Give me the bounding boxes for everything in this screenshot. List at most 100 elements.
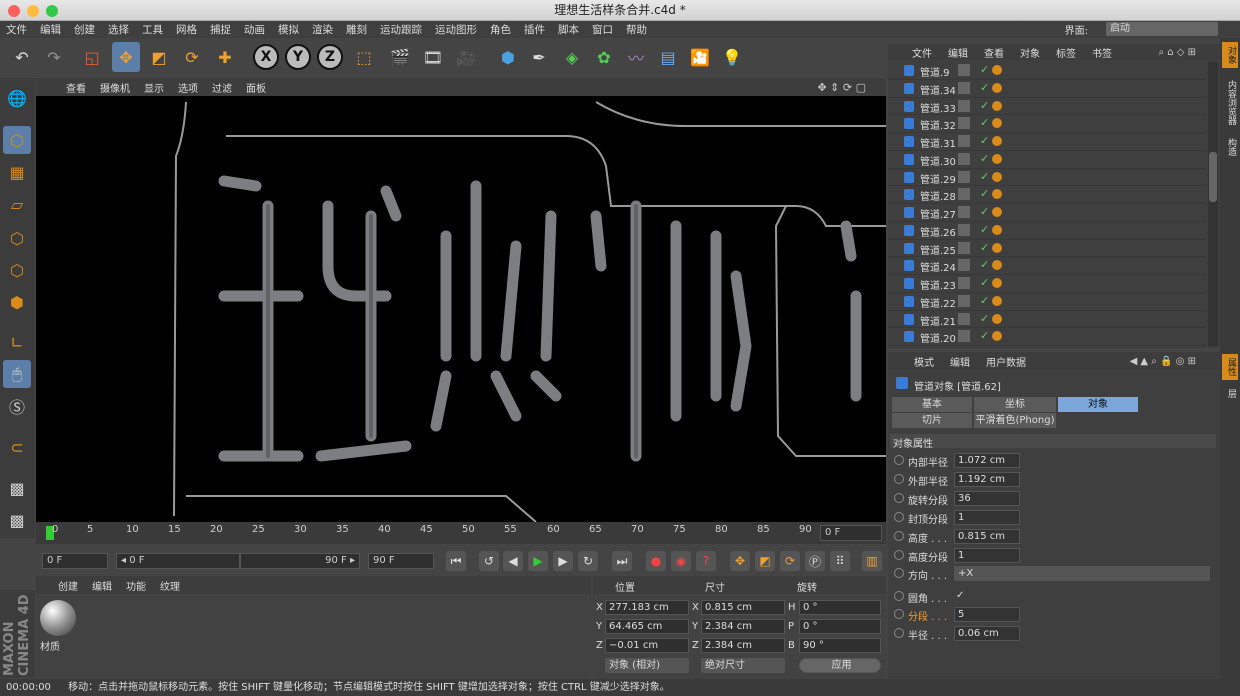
enabled-checkmark-icon[interactable]: ✓ [980, 294, 989, 307]
object-name[interactable]: 管道.30 [920, 153, 956, 168]
play-icon[interactable]: ▶ [528, 551, 548, 571]
prop-anim-radio[interactable] [894, 568, 904, 578]
prop-value[interactable]: 0.815 cm [954, 529, 1020, 544]
keyframe-selection-icon[interactable]: ? [696, 551, 716, 571]
menu-animate[interactable]: 动画 [244, 22, 265, 37]
object-name[interactable]: 管道.27 [920, 206, 956, 221]
menu-snap[interactable]: 捕捉 [210, 22, 231, 37]
key-rotation-icon[interactable]: ⟳ [780, 551, 800, 571]
menu-help[interactable]: 帮助 [626, 22, 647, 37]
object-row[interactable]: 管道.9 ✓ [888, 62, 1206, 80]
3d-viewport[interactable] [36, 96, 886, 522]
rot-p-field[interactable]: 0 ° [799, 619, 881, 634]
object-name[interactable]: 管道.34 [920, 82, 956, 97]
attr-menu-edit[interactable]: 编辑 [950, 354, 970, 369]
menu-motion-tracker[interactable]: 运动跟踪 [380, 22, 422, 37]
go-to-start-icon[interactable]: ⏮ [446, 551, 466, 571]
tag-icon[interactable] [992, 278, 1002, 288]
spline-pen-icon[interactable]: ✒ [525, 42, 553, 72]
make-editable-icon[interactable]: 🌐 [3, 84, 31, 112]
tab-phong[interactable]: 平滑着色(Phong) [974, 413, 1056, 428]
deformer-icon[interactable]: 〰 [622, 42, 650, 72]
objects-menu-view[interactable]: 查看 [984, 45, 1004, 60]
rot-h-field[interactable]: 0 ° [799, 600, 881, 615]
key-point-level-icon[interactable]: ⠿ [830, 551, 850, 571]
side-tab-content-browser[interactable]: 内容浏览器 [1222, 74, 1238, 130]
object-name[interactable]: 管道.28 [920, 188, 956, 203]
enabled-checkmark-icon[interactable]: ✓ [980, 187, 989, 200]
size-y-field[interactable]: 2.384 cm [701, 619, 785, 634]
tab-basic[interactable]: 基本 [892, 397, 972, 412]
pos-z-field[interactable]: −0.01 cm [605, 638, 689, 653]
material-name[interactable]: 材质 [40, 638, 60, 653]
layout-select[interactable]: 启动 [1106, 22, 1218, 36]
tag-icon[interactable] [992, 118, 1002, 129]
current-frame-field[interactable]: 0 F [820, 525, 882, 541]
menu-select[interactable]: 选择 [108, 22, 129, 37]
tweak-mode-icon[interactable]: 🖱 [3, 360, 31, 388]
visibility-toggle[interactable] [958, 152, 970, 165]
start-frame-field[interactable]: 0 F [42, 553, 108, 569]
axis-mode-icon[interactable]: ∟ [3, 328, 31, 356]
tab-object[interactable]: 对象 [1058, 397, 1138, 412]
object-name[interactable]: 管道.32 [920, 117, 956, 132]
rot-b-field[interactable]: 90 ° [799, 638, 881, 653]
object-name[interactable]: 管道.20 [920, 330, 956, 345]
search-icon[interactable]: ⌕ ⌂ ◇ ⊞ [1158, 47, 1196, 58]
end-frame-field[interactable]: 90 F [368, 553, 434, 569]
apply-button[interactable]: 应用 [799, 658, 881, 673]
undo-icon[interactable]: ↶ [8, 42, 36, 72]
side-tab-layers[interactable]: 层 [1222, 384, 1238, 402]
go-to-end-icon[interactable]: ⏭ [612, 551, 632, 571]
key-position-icon[interactable]: ✥ [730, 551, 750, 571]
snap-magnet-icon[interactable]: ⊂ [3, 433, 31, 461]
enabled-checkmark-icon[interactable]: ✓ [980, 329, 989, 342]
redo-icon[interactable]: ↷ [40, 42, 68, 72]
object-row[interactable]: 管道.30 ✓ [888, 151, 1206, 169]
timeline-window-icon[interactable]: ▥ [862, 551, 882, 571]
attr-nav-icons[interactable]: ◀ ▲ ⌕ 🔒 ◎ ⊞ [1130, 356, 1196, 367]
object-row[interactable]: 管道.27 ✓ [888, 204, 1206, 222]
prop-orientation[interactable]: 方向 . . . +X [892, 565, 1212, 582]
material-menu-edit[interactable]: 编辑 [92, 578, 112, 593]
objects-menu-tags[interactable]: 标签 [1056, 45, 1076, 60]
object-row[interactable]: 管道.23 ✓ [888, 275, 1206, 293]
menu-create[interactable]: 创建 [74, 22, 95, 37]
prop-value[interactable]: 1.192 cm [954, 472, 1020, 487]
tag-icon[interactable] [992, 100, 1002, 111]
tag-icon[interactable] [992, 189, 1002, 200]
size-z-field[interactable]: 2.384 cm [701, 638, 785, 653]
side-tab-attributes[interactable]: 属性 [1222, 354, 1238, 380]
mograph-cloner-icon[interactable]: ✿ [590, 42, 618, 72]
tag-icon[interactable] [992, 136, 1002, 146]
tag-icon[interactable] [992, 65, 1002, 75]
tag-icon[interactable] [992, 242, 1002, 253]
enabled-checkmark-icon[interactable]: ✓ [980, 152, 989, 165]
prop-anim-radio[interactable] [894, 531, 904, 541]
menu-sculpt[interactable]: 雕刻 [346, 22, 367, 37]
tag-icon[interactable] [992, 207, 1002, 217]
size-x-field[interactable]: 0.815 cm [701, 600, 785, 615]
visibility-toggle[interactable] [958, 135, 970, 147]
viewport-menu-options[interactable]: 选项 [178, 80, 198, 95]
viewport-menu-filter[interactable]: 过滤 [212, 80, 232, 95]
size-mode-select[interactable]: 绝对尺寸 [701, 658, 785, 673]
visibility-toggle[interactable] [958, 99, 970, 112]
camera-icon[interactable]: 🎦 [686, 42, 714, 72]
prop-height-segments[interactable]: 高度分段 1 [892, 547, 1212, 564]
prop-anim-radio[interactable] [894, 628, 904, 638]
key-parameter-icon[interactable]: Ⓟ [805, 551, 825, 571]
zoom-window-button[interactable] [46, 5, 58, 17]
visibility-toggle[interactable] [958, 170, 970, 183]
material-preview-ball[interactable] [40, 600, 76, 636]
coordinate-mode-select[interactable]: 对象 (相对) [605, 658, 689, 673]
prop-value[interactable]: 1 [954, 548, 1020, 563]
x-axis-lock-icon[interactable]: X [253, 44, 279, 70]
workplane-lock-icon[interactable]: ▩ [3, 474, 31, 502]
visibility-toggle[interactable] [958, 330, 970, 343]
side-tab-objects[interactable]: 对象 [1222, 42, 1238, 68]
enabled-checkmark-icon[interactable]: ✓ [980, 170, 989, 183]
object-name[interactable]: 管道.33 [920, 100, 956, 115]
object-row[interactable]: 管道.25 ✓ [888, 240, 1206, 258]
tab-slice[interactable]: 切片 [892, 413, 972, 428]
